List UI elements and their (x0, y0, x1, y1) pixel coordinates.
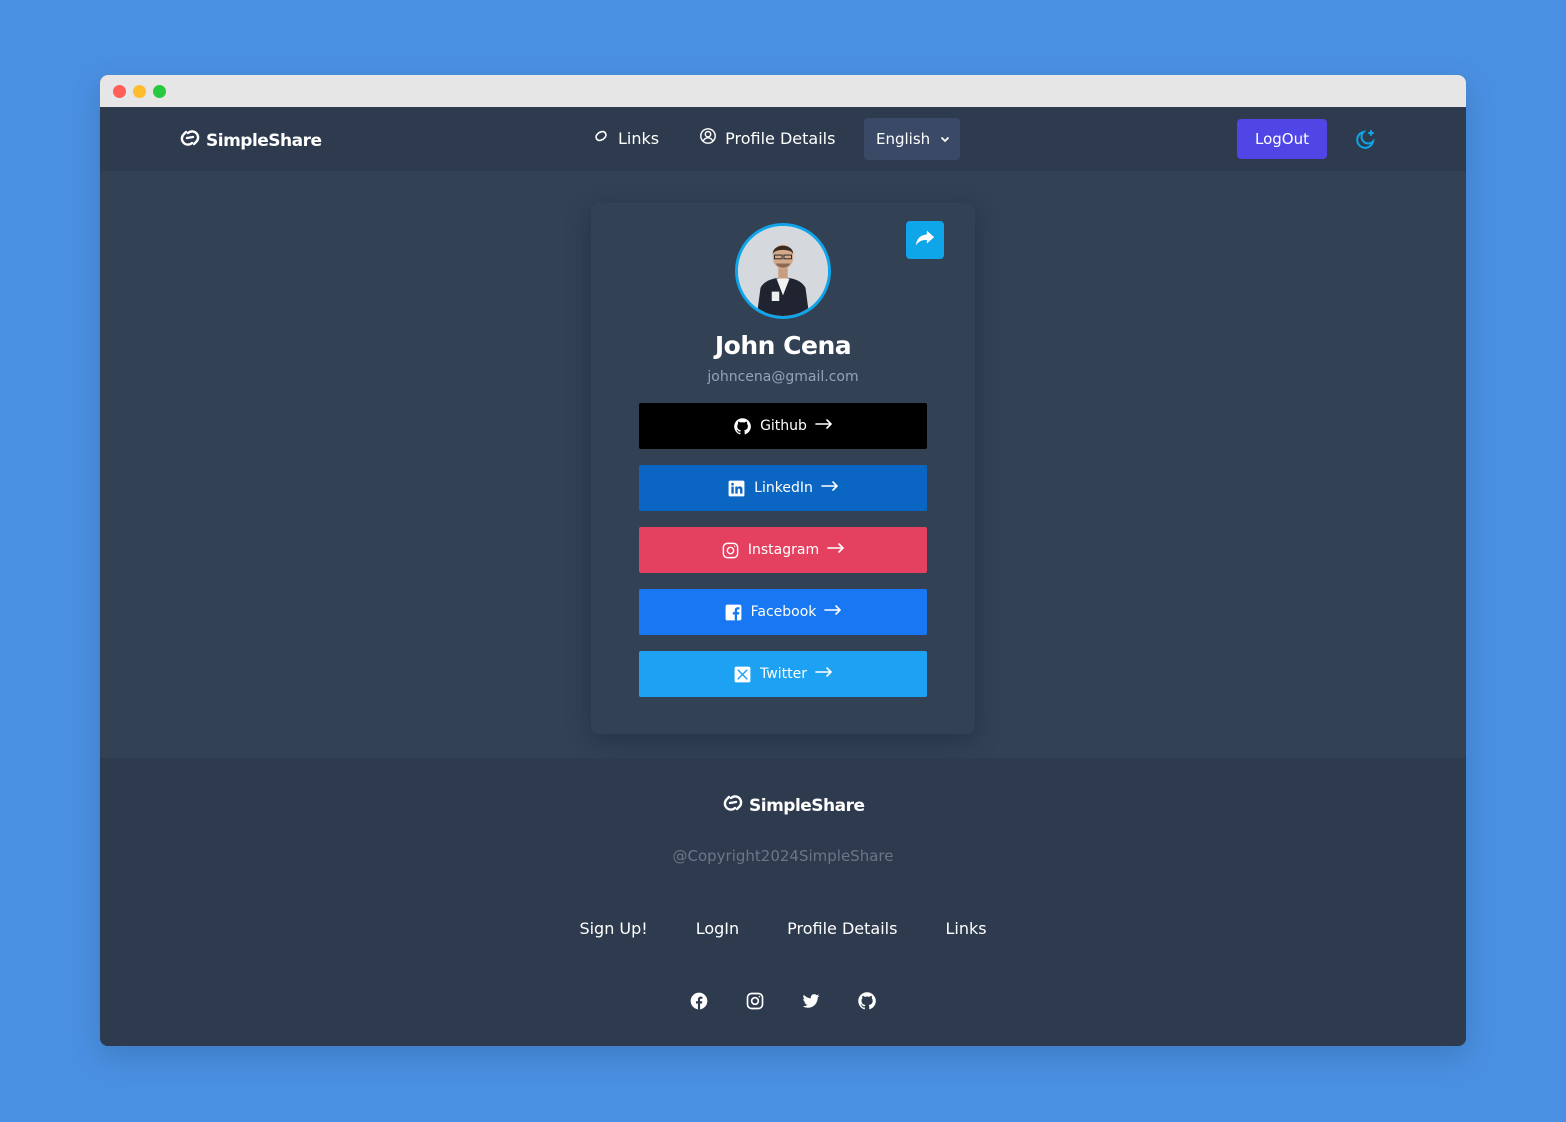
nav-links-label: Links (618, 128, 660, 148)
footer-link-links[interactable]: Links (945, 919, 986, 938)
linkedin-link-label: LinkedIn (754, 480, 813, 496)
footer-brand-name: SimpleShare (749, 795, 865, 816)
avatar (735, 223, 831, 319)
nav-links: Links Profile Details (592, 127, 835, 149)
copyright-text: @Copyright2024SimpleShare (672, 847, 894, 865)
facebook-link-label: Facebook (750, 604, 817, 620)
arrow-right-icon (824, 604, 842, 620)
link-logo-icon (719, 789, 747, 822)
footer-brand-logo[interactable]: SimpleShare (719, 789, 865, 822)
chevron-down-icon (940, 130, 950, 148)
nav-links-link[interactable]: Links (592, 127, 659, 149)
share-button[interactable] (906, 221, 944, 259)
instagram-icon[interactable] (745, 991, 765, 1011)
close-window-button[interactable] (113, 85, 126, 98)
maximize-window-button[interactable] (153, 85, 166, 98)
instagram-link-button[interactable]: Instagram (639, 527, 927, 573)
arrow-right-icon (815, 666, 833, 682)
main-content: John Cena johncena@gmail.com Github Link… (100, 171, 1466, 758)
instagram-icon (721, 541, 740, 560)
arrow-right-icon (821, 480, 839, 496)
facebook-icon[interactable] (689, 991, 709, 1011)
github-icon[interactable] (857, 991, 877, 1011)
arrow-right-icon (827, 542, 845, 558)
github-link-label: Github (760, 418, 807, 434)
link-logo-icon (176, 124, 204, 157)
footer-link-login[interactable]: LogIn (696, 919, 739, 938)
share-icon (914, 227, 936, 253)
facebook-icon (724, 603, 743, 622)
twitter-icon[interactable] (801, 991, 821, 1011)
linkedin-link-button[interactable]: LinkedIn (639, 465, 927, 511)
facebook-link-button[interactable]: Facebook (639, 589, 927, 635)
x-icon (733, 665, 752, 684)
profile-name: John Cena (714, 331, 852, 360)
footer-social-icons (100, 991, 1466, 1011)
navbar: SimpleShare Links Profile Details Englis… (100, 107, 1466, 171)
brand-name: SimpleShare (206, 130, 322, 151)
nav-profile-details-link[interactable]: Profile Details (699, 127, 835, 149)
github-icon (733, 417, 752, 436)
twitter-link-label: Twitter (760, 666, 807, 682)
profile-email: johncena@gmail.com (707, 369, 859, 385)
brand-logo[interactable]: SimpleShare (176, 124, 322, 157)
instagram-link-label: Instagram (747, 542, 820, 558)
browser-window: SimpleShare Links Profile Details Englis… (100, 75, 1466, 1046)
language-select-value: English (876, 130, 931, 148)
github-link-button[interactable]: Github (639, 403, 927, 449)
language-select[interactable]: English (864, 118, 960, 160)
user-circle-icon (699, 127, 717, 149)
nav-profile-details-label: Profile Details (725, 128, 836, 148)
arrow-right-icon (815, 418, 833, 434)
logout-button[interactable]: LogOut (1237, 119, 1327, 159)
window-titlebar (100, 75, 1466, 107)
footer-link-sign-up[interactable]: Sign Up! (579, 919, 647, 938)
avatar-photo (738, 226, 828, 316)
footer: SimpleShare @Copyright2024SimpleShare Si… (100, 758, 1466, 1046)
link-icon (592, 127, 610, 149)
footer-links: Sign Up! LogIn Profile Details Links (100, 919, 1466, 938)
minimize-window-button[interactable] (133, 85, 146, 98)
moon-icon[interactable] (1355, 128, 1377, 150)
profile-card: John Cena johncena@gmail.com Github Link… (591, 203, 975, 734)
linkedin-icon (727, 479, 746, 498)
twitter-link-button[interactable]: Twitter (639, 651, 927, 697)
footer-link-profile-details[interactable]: Profile Details (787, 919, 897, 938)
